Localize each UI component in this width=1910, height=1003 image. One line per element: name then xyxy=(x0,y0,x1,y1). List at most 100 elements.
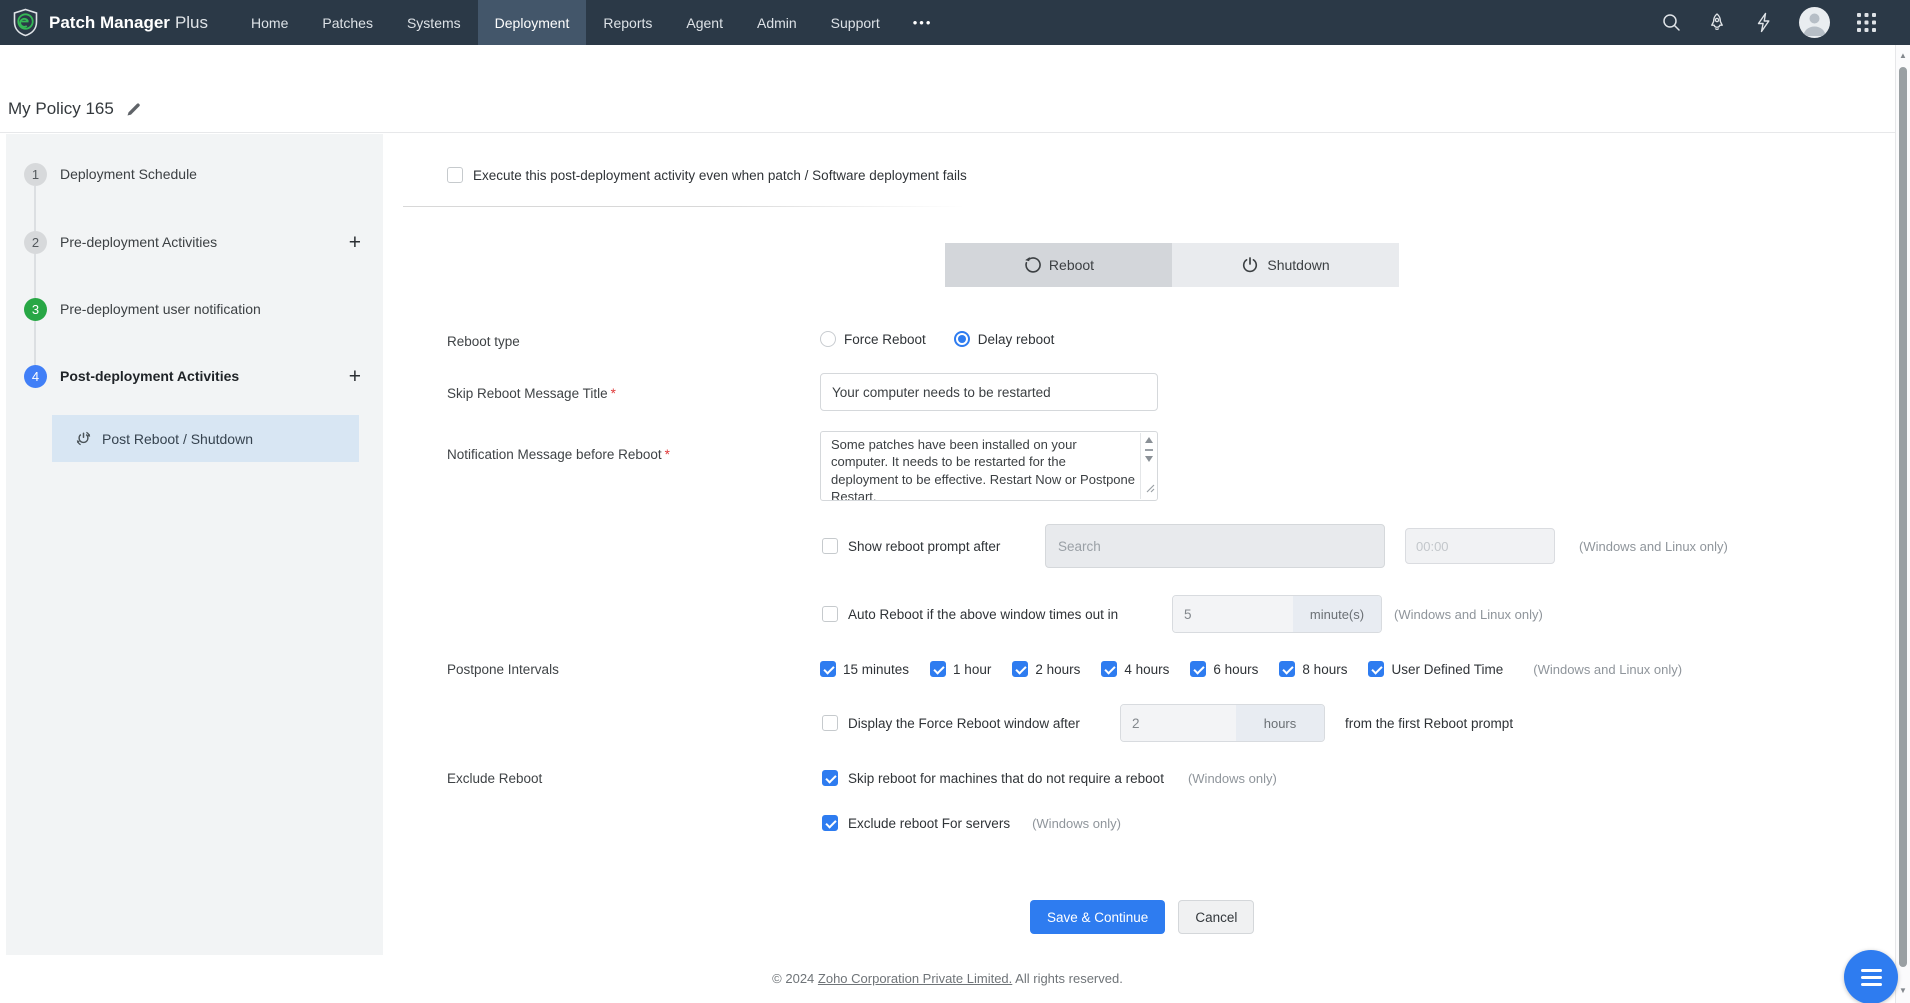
screen: Patch ManagerPlus Home Patches Systems D… xyxy=(0,0,1910,1003)
postpone-2-hours[interactable]: 2 hours xyxy=(1012,661,1080,677)
tab-reboot-label: Reboot xyxy=(1049,257,1094,273)
save-continue-button[interactable]: Save & Continue xyxy=(1030,900,1165,934)
scroll-up-icon[interactable] xyxy=(1145,437,1153,443)
exclude-reboot-label: Exclude Reboot xyxy=(447,771,542,786)
copyright-suffix: All rights reserved. xyxy=(1012,971,1123,986)
postpone-8-hours[interactable]: 8 hours xyxy=(1279,661,1347,677)
sidebar-item-post-reboot-shutdown[interactable]: Post Reboot / Shutdown xyxy=(52,415,359,462)
shutdown-power-icon xyxy=(1241,256,1259,274)
skip-reboot-no-require-row[interactable]: Skip reboot for machines that do not req… xyxy=(822,770,1277,786)
add-icon[interactable]: + xyxy=(349,232,361,253)
scrollbar-thumb[interactable] xyxy=(1899,67,1907,967)
sidebar-step-deployment-schedule[interactable]: 1 Deployment Schedule xyxy=(6,162,383,186)
postpone-6-hours-checkbox[interactable] xyxy=(1190,661,1206,677)
main-nav: Home Patches Systems Deployment Reports … xyxy=(234,0,948,45)
scroll-down-icon[interactable]: ▼ xyxy=(1896,986,1910,995)
sidebar-step-post-deployment-activities[interactable]: 4 Post-deployment Activities + xyxy=(6,364,383,388)
step-label[interactable]: Pre-deployment Activities xyxy=(60,234,217,250)
postpone-4-hours[interactable]: 4 hours xyxy=(1101,661,1169,677)
auto-reboot-checkbox[interactable] xyxy=(822,606,838,622)
nav-systems[interactable]: Systems xyxy=(390,0,478,45)
nav-deployment[interactable]: Deployment xyxy=(478,0,587,45)
search-icon[interactable] xyxy=(1661,13,1681,33)
scroll-up-icon[interactable]: ▲ xyxy=(1896,51,1910,60)
cancel-button[interactable]: Cancel xyxy=(1178,900,1254,934)
step-label[interactable]: Pre-deployment user notification xyxy=(60,301,261,317)
force-reboot-window-checkbox[interactable] xyxy=(822,715,838,731)
postpone-6-hours[interactable]: 6 hours xyxy=(1190,661,1258,677)
reboot-prompt-search-input[interactable] xyxy=(1045,524,1385,568)
step-connector-line xyxy=(34,186,36,386)
postpone-2-hours-checkbox[interactable] xyxy=(1012,661,1028,677)
scroll-down-icon[interactable] xyxy=(1145,456,1153,462)
platform-note: (Windows only) xyxy=(1188,771,1277,786)
nav-home[interactable]: Home xyxy=(234,0,305,45)
sidebar-step-pre-deployment-user-notification[interactable]: 3 Pre-deployment user notification xyxy=(6,297,383,321)
platform-note: (Windows and Linux only) xyxy=(1394,607,1543,622)
postpone-user-defined-time[interactable]: User Defined Time xyxy=(1368,661,1503,677)
notification-message-textarea[interactable]: Some patches have been installed on your… xyxy=(820,431,1158,501)
force-reboot-radio[interactable] xyxy=(820,331,836,347)
postpone-intervals-label: Postpone Intervals xyxy=(447,662,559,677)
execute-even-on-fail-checkbox[interactable] xyxy=(447,167,463,183)
sidebar-step-pre-deployment-activities[interactable]: 2 Pre-deployment Activities + xyxy=(6,230,383,254)
nav-patches[interactable]: Patches xyxy=(305,0,390,45)
show-reboot-prompt-checkbox[interactable] xyxy=(822,538,838,554)
reboot-shutdown-tabs: Reboot Shutdown xyxy=(945,243,1399,287)
exclude-reboot-servers-checkbox[interactable] xyxy=(822,815,838,831)
page-scrollbar[interactable]: ▲ ▼ xyxy=(1895,45,1910,1003)
delay-reboot-radio[interactable] xyxy=(954,331,970,347)
page-header: My Policy 165 xyxy=(0,45,1895,133)
nav-more-button[interactable]: ••• xyxy=(897,0,949,45)
post-reboot-form: Execute this post-deployment activity ev… xyxy=(383,134,1895,955)
execute-even-on-fail-row[interactable]: Execute this post-deployment activity ev… xyxy=(447,167,967,183)
force-reboot-option[interactable]: Force Reboot xyxy=(820,331,926,347)
nav-support[interactable]: Support xyxy=(814,0,897,45)
tab-reboot[interactable]: Reboot xyxy=(945,243,1172,287)
skip-title-input[interactable] xyxy=(820,373,1158,411)
skip-reboot-no-require-checkbox[interactable] xyxy=(822,770,838,786)
exclude-reboot-servers-row[interactable]: Exclude reboot For servers (Windows only… xyxy=(822,815,1121,831)
apps-grid-icon[interactable] xyxy=(1856,13,1876,33)
platform-note: (Windows only) xyxy=(1032,816,1121,831)
nav-agent[interactable]: Agent xyxy=(669,0,740,45)
hours-unit-label: hours xyxy=(1236,705,1324,741)
floating-menu-button[interactable] xyxy=(1844,950,1898,1003)
postpone-intervals-group: 15 minutes 1 hour 2 hours 4 hours 6 hour… xyxy=(820,661,1682,677)
postpone-15-minutes[interactable]: 15 minutes xyxy=(820,661,909,677)
tab-shutdown[interactable]: Shutdown xyxy=(1172,243,1399,287)
force-reboot-hours-group: hours xyxy=(1120,704,1325,742)
nav-admin[interactable]: Admin xyxy=(740,0,814,45)
step-number-badge: 4 xyxy=(24,365,47,388)
edit-policy-name-icon[interactable] xyxy=(126,101,142,117)
postpone-1-hour[interactable]: 1 hour xyxy=(930,661,991,677)
step-number-badge: 1 xyxy=(24,163,47,186)
zoho-link[interactable]: Zoho Corporation Private Limited. xyxy=(818,971,1012,986)
delay-reboot-option[interactable]: Delay reboot xyxy=(954,331,1055,347)
required-asterisk: * xyxy=(665,447,670,462)
auto-reboot-row[interactable]: Auto Reboot if the above window times ou… xyxy=(822,606,1118,622)
user-avatar[interactable] xyxy=(1799,7,1830,38)
postpone-user-defined-checkbox[interactable] xyxy=(1368,661,1384,677)
whats-new-rocket-icon[interactable] xyxy=(1707,13,1727,33)
app-logo[interactable]: Patch ManagerPlus xyxy=(0,0,234,45)
step-label[interactable]: Post-deployment Activities xyxy=(60,368,239,384)
auto-reboot-minutes-input[interactable] xyxy=(1173,596,1293,632)
force-reboot-hours-input[interactable] xyxy=(1121,705,1236,741)
add-icon[interactable]: + xyxy=(349,366,361,387)
reboot-prompt-time-input[interactable] xyxy=(1405,528,1555,564)
postpone-8-hours-checkbox[interactable] xyxy=(1279,661,1295,677)
platform-note: (Windows and Linux only) xyxy=(1579,539,1728,554)
postpone-4-hours-checkbox[interactable] xyxy=(1101,661,1117,677)
nav-reports[interactable]: Reports xyxy=(586,0,669,45)
resize-handle-icon[interactable] xyxy=(1146,480,1155,498)
scroll-thumb[interactable] xyxy=(1145,449,1153,451)
postpone-1-hour-checkbox[interactable] xyxy=(930,661,946,677)
reboot-type-radio-group: Force Reboot Delay reboot xyxy=(820,331,1054,347)
step-label[interactable]: Deployment Schedule xyxy=(60,166,197,182)
force-reboot-window-row[interactable]: Display the Force Reboot window after xyxy=(822,715,1080,731)
quick-actions-bolt-icon[interactable] xyxy=(1753,13,1773,33)
show-reboot-prompt-row[interactable]: Show reboot prompt after xyxy=(822,538,1000,554)
postpone-15-minutes-checkbox[interactable] xyxy=(820,661,836,677)
sub-item-label[interactable]: Post Reboot / Shutdown xyxy=(102,431,253,447)
